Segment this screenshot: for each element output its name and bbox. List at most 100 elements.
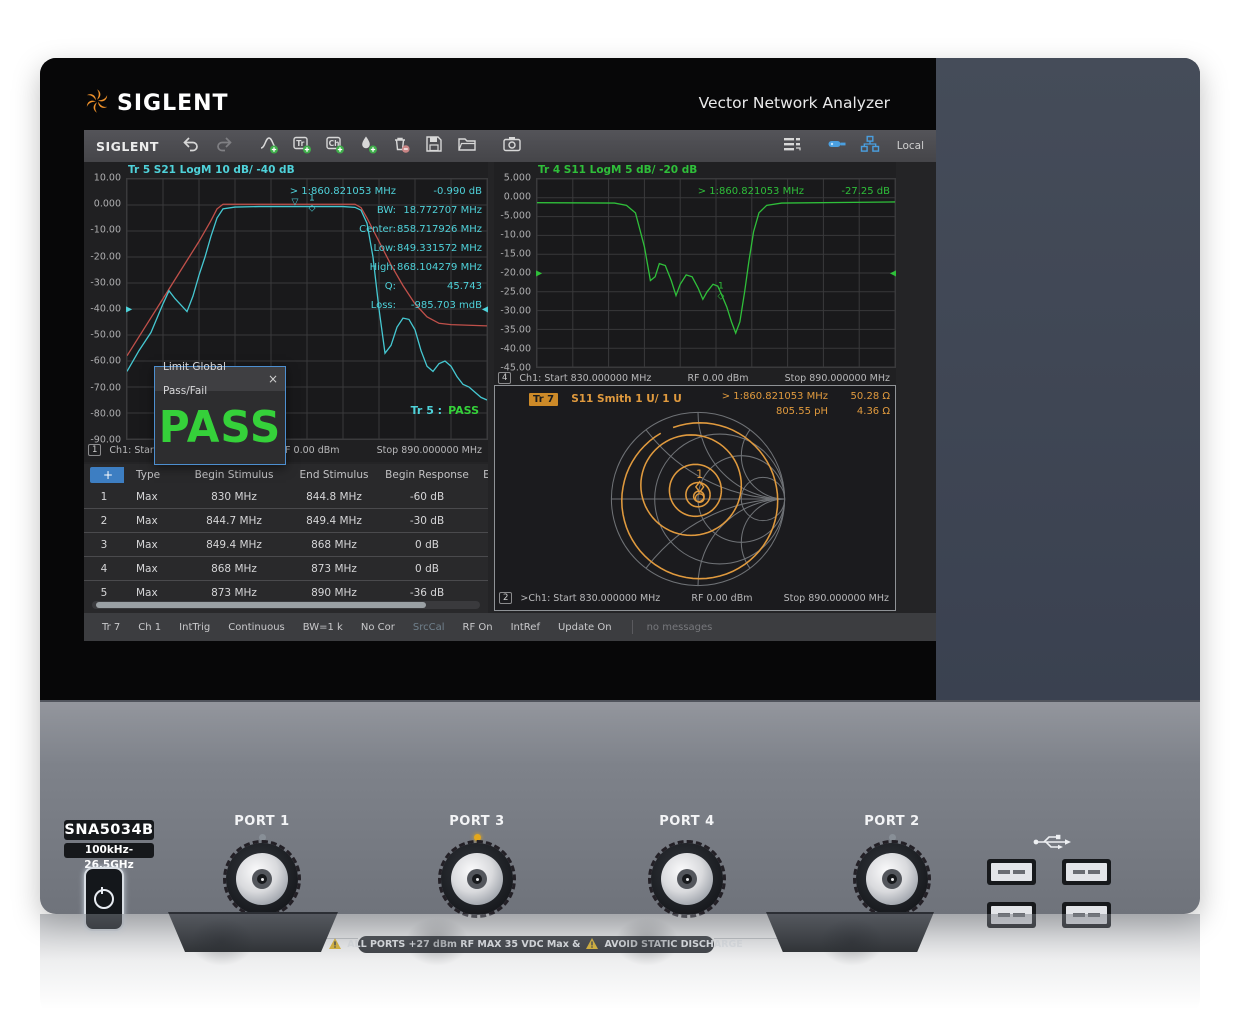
svg-text:1: 1 — [696, 468, 703, 481]
save-icon[interactable] — [424, 134, 445, 155]
add-limit-button[interactable]: + — [90, 467, 124, 483]
lcd-screen[interactable]: SIGLENT TrCh Local Tr 5 S21 LogM 10 dB/ … — [84, 130, 936, 641]
smith-chart: 1 — [601, 402, 795, 596]
marker-add-icon[interactable] — [358, 134, 379, 155]
bandwidth-readout: Low:849.331572 MHz — [290, 239, 482, 258]
plot-tr4-readouts: > 1:860.821053 MHz-27.25 dB — [698, 182, 890, 201]
port-3[interactable]: PORT 3 — [417, 814, 537, 915]
plot-tr7-smith[interactable]: Tr 7 S11 Smith 1 U/ 1 U > 1:860.821053 M… — [494, 385, 896, 611]
smith-readouts: > 1:860.821053 MHz50.28 Ω805.55 pH4.36 Ω — [722, 389, 890, 419]
redo-icon[interactable] — [214, 134, 235, 155]
smith-footer: 2 >Ch1: Start 830.000000 MHz RF 0.00 dBm… — [495, 588, 895, 608]
port-1[interactable]: PORT 1 — [202, 814, 322, 915]
plot-tr5-footer: 1 Ch1: Start 830.000000 MHz RF 0.00 dBm … — [84, 440, 488, 460]
plot-tr4-area: ▶◀1◇ > 1:860.821053 MHz-27.25 dB — [536, 178, 896, 368]
layout-icon[interactable] — [782, 134, 803, 155]
rf-connector[interactable] — [441, 843, 513, 915]
port-label: PORT 2 — [832, 814, 952, 829]
pass-indicator: PASS — [158, 391, 283, 463]
status-item: SrcCal — [413, 622, 445, 633]
table-row[interactable]: 1Max830 MHz844.8 MHz-60 dB — [84, 485, 488, 508]
siglent-logo: SIGLENT — [84, 88, 229, 118]
plot-tr5-header: Tr 5 S21 LogM 10 dB/ -40 dB — [84, 162, 488, 178]
smith-marker-readout: > 1:860.821053 MHz50.28 Ω — [722, 389, 890, 404]
table-row[interactable]: 4Max868 MHz873 MHz0 dB — [84, 556, 488, 580]
screen-bezel: SIGLENT Vector Network Analyzer SIGLENT … — [40, 58, 936, 700]
marker-readout: > 1:860.821053 MHz-0.990 dB — [290, 182, 482, 201]
plot-tr5-s21[interactable]: Tr 5 S21 LogM 10 dB/ -40 dB 10.00 0.000 -1… — [84, 162, 488, 462]
plot-tr4-s11[interactable]: Tr 4 S11 LogM 5 dB/ -20 dB 5.000 0.000 -5.… — [494, 162, 896, 385]
bandwidth-readout: High:868.104279 MHz — [290, 258, 482, 277]
port-label: PORT 3 — [417, 814, 537, 829]
plot-tr4-yaxis: 5.0000.000-5.000-10.00-15.00-20.00-25.00… — [494, 178, 536, 368]
table-row[interactable]: 3Max849.4 MHz868 MHz0 dB — [84, 532, 488, 556]
undo-icon[interactable] — [181, 134, 202, 155]
status-divider — [632, 620, 633, 634]
y-tick-label: -35.00 — [500, 325, 531, 336]
toolbar-left-icons: Tr Ch — [175, 134, 529, 159]
y-tick-label: -20.00 — [500, 268, 531, 279]
product-image: SIGLENT Vector Network Analyzer SIGLENT … — [0, 0, 1240, 1020]
y-tick-label: -90.00 — [90, 435, 121, 446]
y-tick-label: -50.00 — [90, 330, 121, 341]
y-tick-label: -5.000 — [500, 211, 531, 222]
rf-connector[interactable] — [856, 843, 928, 915]
limit-passfail-dialog[interactable]: Limit Global Pass/Fail × PASS — [154, 366, 286, 465]
delete-icon[interactable] — [391, 134, 412, 155]
port-label: PORT 1 — [202, 814, 322, 829]
table-scrollbar[interactable] — [92, 601, 480, 609]
limit-table[interactable]: + Type Begin Stimulus End Stimulus Begin… — [84, 464, 488, 613]
open-icon[interactable] — [457, 134, 478, 155]
fn-add-icon[interactable] — [259, 134, 280, 155]
status-bar: Tr 7Ch 1IntTrigContinuousBW=1 kNo CorSrc… — [84, 613, 936, 641]
power-icon — [94, 889, 114, 909]
y-tick-label: -25.00 — [500, 287, 531, 298]
tr-add-icon[interactable]: Tr — [292, 134, 313, 155]
lan-icon[interactable] — [860, 134, 881, 155]
control-mode-label: Local — [897, 140, 924, 152]
usb-port[interactable] — [1062, 859, 1111, 885]
plot-tr4-header: Tr 4 S11 LogM 5 dB/ -20 dB — [494, 162, 896, 178]
smith-header: Tr 7 S11 Smith 1 U/ 1 U — [495, 389, 682, 405]
toolbar-right-icons: Local — [776, 134, 936, 159]
status-item: Update On — [558, 622, 612, 633]
table-row[interactable]: 2Max844.7 MHz849.4 MHz-30 dB — [84, 508, 488, 532]
ch-add-icon[interactable]: Ch — [325, 134, 346, 155]
port-2[interactable]: PORT 2 — [832, 814, 952, 915]
reference-level-arrow: ◀ — [890, 269, 896, 278]
status-item: RF On — [463, 622, 493, 633]
y-tick-label: -10.00 — [500, 230, 531, 241]
screenshot-icon[interactable] — [502, 134, 523, 155]
status-item: Tr 7 — [102, 622, 120, 633]
freq-range-badge: 100kHz-26.5GHz — [64, 843, 154, 858]
usb-port[interactable] — [987, 859, 1036, 885]
rf-connector[interactable] — [226, 843, 298, 915]
marker-readout: > 1:860.821053 MHz-27.25 dB — [698, 182, 890, 201]
svg-text:Tr: Tr — [297, 139, 305, 148]
dialog-close-icon[interactable]: × — [268, 367, 278, 391]
y-tick-label: 10.00 — [94, 173, 121, 184]
model-badge: SNA5034B — [64, 820, 154, 840]
y-tick-label: 0.000 — [504, 192, 531, 203]
bandwidth-readout: Center:858.717926 MHz — [290, 220, 482, 239]
status-item: IntRef — [511, 622, 540, 633]
status-message: no messages — [647, 622, 713, 633]
y-tick-label: -60.00 — [90, 356, 121, 367]
rf-connector[interactable] — [651, 843, 723, 915]
y-tick-label: 0.000 — [94, 199, 121, 210]
dialog-titlebar[interactable]: Limit Global Pass/Fail × — [155, 367, 285, 391]
front-panel: SNA5034B 100kHz-26.5GHz PORT 1 PORT 3 PORT… — [40, 700, 1200, 914]
keypad-panel: Response MeasFormatMarkerMathScaleCalSea… — [936, 58, 1200, 700]
y-tick-label: -15.00 — [500, 249, 531, 260]
y-tick-label: -20.00 — [90, 251, 121, 262]
y-tick-label: -10.00 — [90, 225, 121, 236]
reference-level-arrow: ◀ — [482, 305, 488, 314]
limit-table-header: + Type Begin Stimulus End Stimulus Begin… — [84, 464, 488, 485]
reference-level-arrow: ▶ — [126, 305, 132, 314]
tr7-chip: Tr 7 — [529, 393, 558, 406]
y-tick-label: -40.00 — [500, 344, 531, 355]
reference-level-arrow: ▶ — [536, 269, 542, 278]
usb-plug-icon[interactable] — [827, 134, 848, 155]
port-4[interactable]: PORT 4 — [627, 814, 747, 915]
y-tick-label: 5.000 — [504, 173, 531, 184]
